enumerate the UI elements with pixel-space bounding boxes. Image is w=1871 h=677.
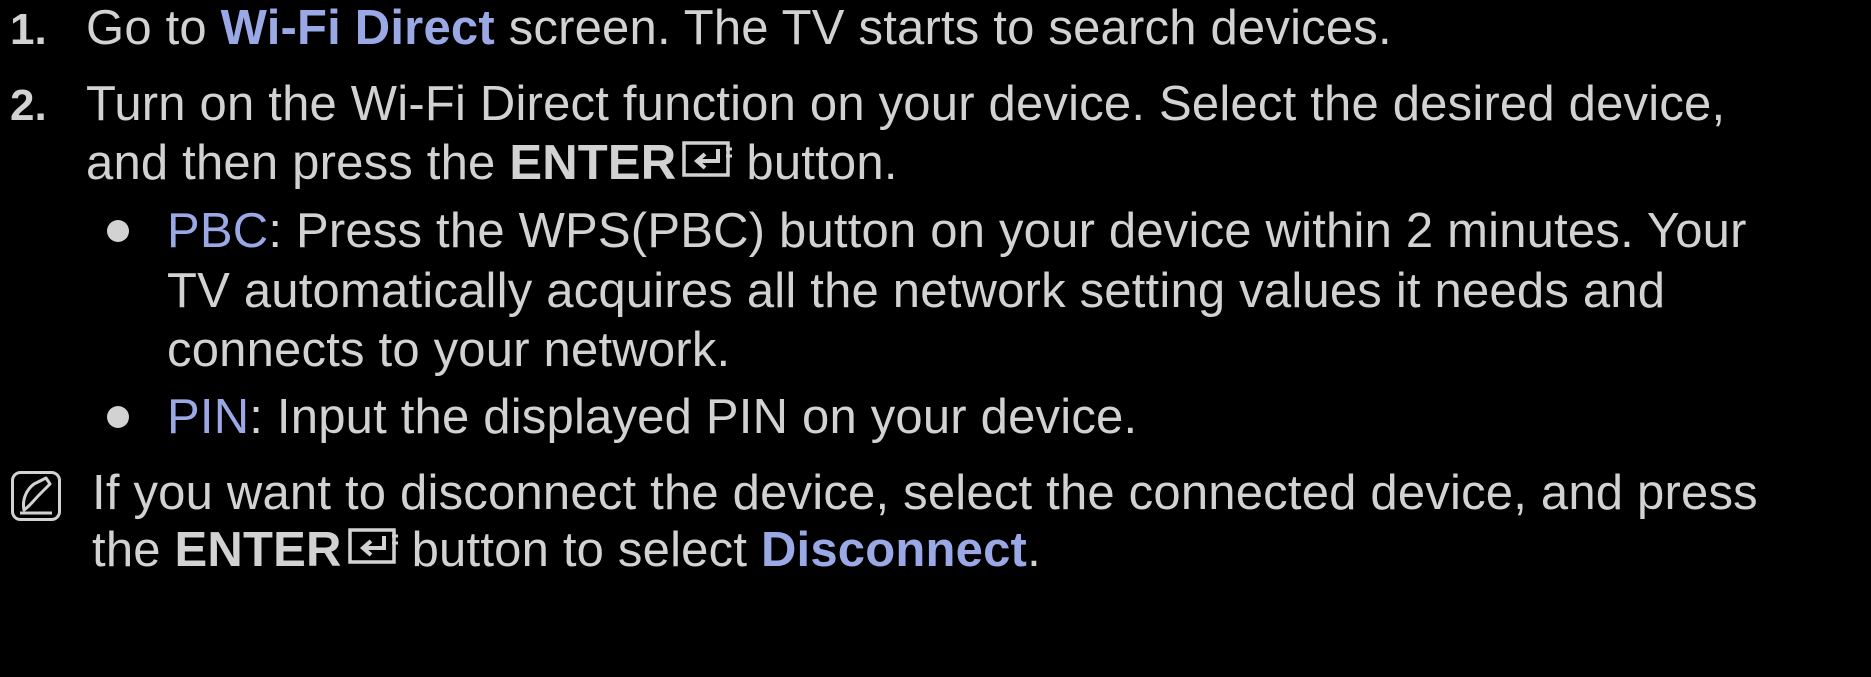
pin-line-1-text: : Input the displayed PIN on your device…: [249, 390, 1138, 444]
bullet-pbc: [107, 220, 129, 242]
step-2-line-2: and then press the ENTER button.: [86, 135, 898, 194]
step-2-line-1: Turn on the Wi-Fi Direct function on you…: [86, 77, 1726, 131]
pbc-line-2: TV automatically acquires all the networ…: [167, 264, 1666, 318]
pin-term: PIN: [167, 390, 250, 444]
note-line-2-suffix: .: [1027, 523, 1041, 577]
note-line-2: the ENTER button to select Disconnect.: [92, 522, 1041, 581]
pbc-line-3: connects to your network.: [167, 323, 731, 377]
step-1-prefix: Go to: [86, 1, 221, 55]
step-1-suffix: screen. The TV starts to search devices.: [494, 1, 1392, 55]
step-1-number: 1.: [10, 5, 47, 54]
disconnect-link: Disconnect: [760, 523, 1028, 577]
note-line-2-mid: button to select: [411, 523, 761, 577]
step-2-number: 2.: [10, 81, 47, 130]
wifi-direct-link: Wi-Fi Direct: [220, 1, 495, 55]
pbc-term: PBC: [167, 204, 269, 258]
pbc-line-1-text: : Press the WPS(PBC) button on your devi…: [268, 204, 1747, 258]
enter-label: ENTER: [509, 136, 677, 190]
pbc-line-1: PBC: Press the WPS(PBC) button on your d…: [167, 203, 1747, 259]
step-2-line-2-suffix: button.: [746, 136, 898, 190]
note-icon: [10, 470, 62, 527]
enter-icon: [682, 134, 734, 190]
note-line-2-prefix: the: [92, 523, 175, 577]
pin-line-1: PIN: Input the displayed PIN on your dev…: [167, 389, 1137, 445]
note-enter-label: ENTER: [174, 523, 342, 577]
enter-icon: [347, 521, 400, 577]
step-1-text: Go to Wi-Fi Direct screen. The TV starts…: [86, 0, 1392, 56]
note-line-1: If you want to disconnect the device, se…: [92, 466, 1758, 520]
bullet-pin: [107, 406, 129, 428]
step-2-line-2-prefix: and then press the: [86, 136, 510, 190]
